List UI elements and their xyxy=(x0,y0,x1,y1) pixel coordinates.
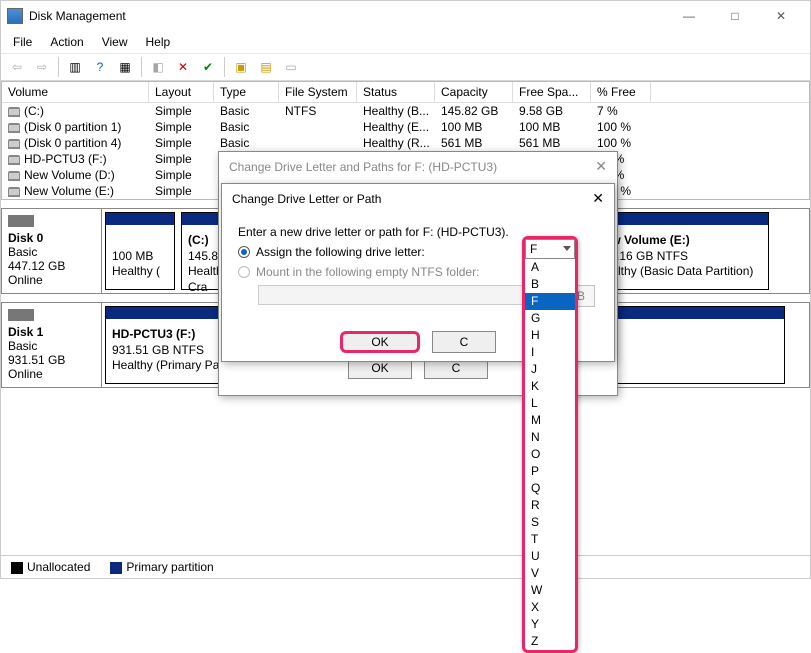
toolbar-separator xyxy=(141,57,142,77)
cancel-button[interactable]: C xyxy=(432,331,496,353)
dropdown-value[interactable]: F xyxy=(525,239,575,259)
volume-icon xyxy=(8,139,20,149)
titlebar: Disk Management ― □ ✕ xyxy=(1,1,810,31)
dropdown-option[interactable]: R xyxy=(525,497,575,514)
menu-help[interactable]: Help xyxy=(138,33,179,51)
table-row[interactable]: (Disk 0 partition 4)SimpleBasicHealthy (… xyxy=(2,135,809,151)
radio-assign-label: Assign the following drive letter: xyxy=(256,245,425,259)
dropdown-option[interactable]: M xyxy=(525,412,575,429)
close-icon[interactable]: ✕ xyxy=(595,158,607,175)
col-type[interactable]: Type xyxy=(214,82,279,102)
legend-swatch xyxy=(110,562,122,574)
app-icon xyxy=(7,8,23,24)
disk-icon xyxy=(8,309,34,321)
legend-label: Primary partition xyxy=(126,560,213,574)
radio-assign[interactable] xyxy=(238,246,250,258)
legend-item: Primary partition xyxy=(110,560,213,574)
col-layout[interactable]: Layout xyxy=(149,82,214,102)
col-status[interactable]: Status xyxy=(357,82,435,102)
dropdown-option[interactable]: G xyxy=(525,310,575,327)
table-row[interactable]: (C:)SimpleBasicNTFSHealthy (B...145.82 G… xyxy=(2,103,809,119)
disk-label: Disk 1Basic931.51 GBOnline xyxy=(2,303,102,387)
dropdown-list: ABFGHIJKLMNOPQRSTUVWXYZ xyxy=(525,259,575,650)
dropdown-option[interactable]: X xyxy=(525,599,575,616)
toolbar-separator xyxy=(58,57,59,77)
dialog-titlebar: Change Drive Letter or Path ✕ xyxy=(222,184,614,213)
col-volume[interactable]: Volume xyxy=(2,82,149,102)
dropdown-option[interactable]: V xyxy=(525,565,575,582)
dropdown-option[interactable]: Q xyxy=(525,480,575,497)
dropdown-option[interactable]: W xyxy=(525,582,575,599)
close-button[interactable]: ✕ xyxy=(758,1,804,31)
help-icon[interactable]: ? xyxy=(88,56,112,78)
partition-band xyxy=(106,213,174,225)
nav-back-icon[interactable]: ⇦ xyxy=(5,56,29,78)
volume-icon xyxy=(8,107,20,117)
legend-swatch xyxy=(11,562,23,574)
dialog-title: Change Drive Letter and Paths for F: (HD… xyxy=(229,160,595,174)
minimize-button[interactable]: ― xyxy=(666,1,712,31)
refresh-icon[interactable]: ▦ xyxy=(113,56,137,78)
dropdown-option[interactable]: J xyxy=(525,361,575,378)
drive-letter-dropdown[interactable]: F ABFGHIJKLMNOPQRSTUVWXYZ xyxy=(522,236,578,653)
dropdown-option[interactable]: N xyxy=(525,429,575,446)
dropdown-option[interactable]: O xyxy=(525,446,575,463)
check-icon[interactable]: ✔ xyxy=(196,56,220,78)
volume-icon xyxy=(8,155,20,165)
table-row[interactable]: (Disk 0 partition 1)SimpleBasicHealthy (… xyxy=(2,119,809,135)
dialog-titlebar: Change Drive Letter and Paths for F: (HD… xyxy=(219,152,617,181)
close-icon[interactable]: ✕ xyxy=(592,190,604,207)
dropdown-option[interactable]: K xyxy=(525,378,575,395)
dropdown-option[interactable]: T xyxy=(525,531,575,548)
column-headers: Volume Layout Type File System Status Ca… xyxy=(2,82,809,103)
legend: Unallocated Primary partition xyxy=(1,555,810,578)
maximize-button[interactable]: □ xyxy=(712,1,758,31)
disk-icon xyxy=(8,215,34,227)
disk-label: Disk 0Basic447.12 GBOnline xyxy=(2,209,102,293)
dropdown-option[interactable]: P xyxy=(525,463,575,480)
toolbar-separator xyxy=(224,57,225,77)
col-capacity[interactable]: Capacity xyxy=(435,82,513,102)
dropdown-option[interactable]: A xyxy=(525,259,575,276)
legend-item: Unallocated xyxy=(11,560,90,574)
window-root: Disk Management ― □ ✕ File Action View H… xyxy=(0,0,811,579)
col-free[interactable]: Free Spa... xyxy=(513,82,591,102)
dropdown-option[interactable]: I xyxy=(525,344,575,361)
mount-path-input xyxy=(258,285,558,305)
dropdown-option[interactable]: B xyxy=(525,276,575,293)
delete-icon[interactable]: ✕ xyxy=(171,56,195,78)
scan-icon[interactable]: ◧ xyxy=(146,56,170,78)
dropdown-option[interactable]: H xyxy=(525,327,575,344)
radio-mount-label: Mount in the following empty NTFS folder… xyxy=(256,265,479,279)
dialog-title: Change Drive Letter or Path xyxy=(232,192,592,206)
properties-icon[interactable]: ▤ xyxy=(254,56,278,78)
col-pfree[interactable]: % Free xyxy=(591,82,651,102)
view-split-icon[interactable]: ▥ xyxy=(63,56,87,78)
misc-icon[interactable]: ▭ xyxy=(279,56,303,78)
col-fs[interactable]: File System xyxy=(279,82,357,102)
volume-icon xyxy=(8,123,20,133)
window-controls: ― □ ✕ xyxy=(666,1,804,31)
menubar: File Action View Help xyxy=(1,31,810,53)
menu-action[interactable]: Action xyxy=(42,33,91,51)
dropdown-option[interactable]: F xyxy=(525,293,575,310)
radio-mount xyxy=(238,266,250,278)
toolbar: ⇦ ⇨ ▥ ? ▦ ◧ ✕ ✔ ▣ ▤ ▭ xyxy=(1,53,810,81)
legend-label: Unallocated xyxy=(27,560,90,574)
nav-forward-icon[interactable]: ⇨ xyxy=(30,56,54,78)
ok-button[interactable]: OK xyxy=(340,331,420,353)
window-title: Disk Management xyxy=(29,9,666,23)
volume-icon xyxy=(8,187,20,197)
dropdown-option[interactable]: Y xyxy=(525,616,575,633)
volume-icon xyxy=(8,171,20,181)
partition[interactable]: 100 MBHealthy ( xyxy=(105,212,175,290)
dropdown-option[interactable]: Z xyxy=(525,633,575,650)
dropdown-option[interactable]: L xyxy=(525,395,575,412)
dropdown-option[interactable]: S xyxy=(525,514,575,531)
menu-view[interactable]: View xyxy=(94,33,136,51)
menu-file[interactable]: File xyxy=(5,33,40,51)
dropdown-option[interactable]: U xyxy=(525,548,575,565)
new-icon[interactable]: ▣ xyxy=(229,56,253,78)
